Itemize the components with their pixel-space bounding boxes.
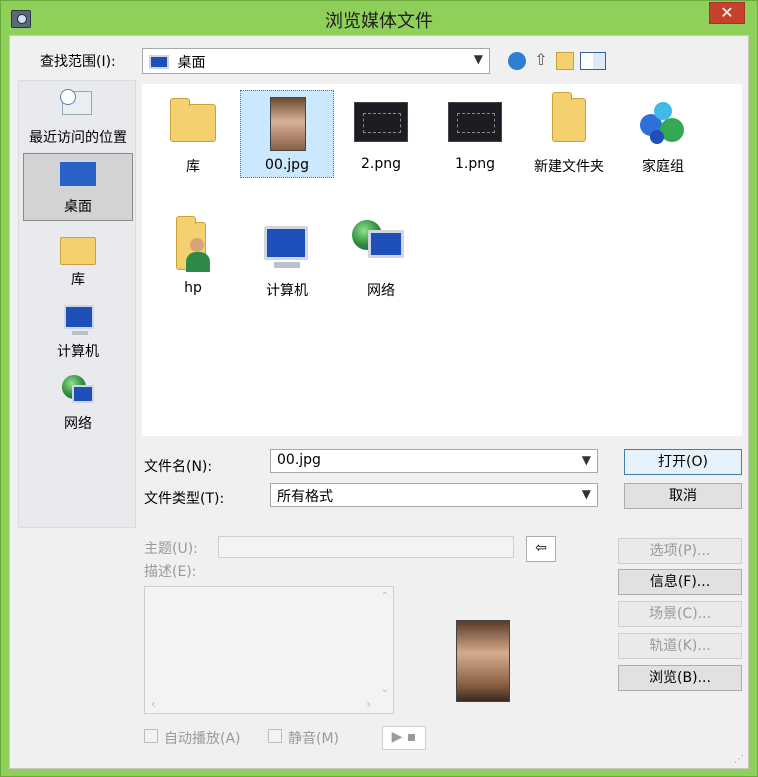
user-folder-icon	[164, 216, 222, 276]
file-item-hp[interactable]: hp	[146, 214, 240, 302]
places-bar: 最近访问的位置 桌面 库 计算机 网络	[18, 80, 136, 528]
photo-thumbnail-icon	[258, 95, 316, 153]
cancel-button[interactable]: 取消	[624, 483, 742, 509]
place-label: 网络	[64, 416, 92, 432]
place-recent[interactable]: 最近访问的位置	[23, 85, 133, 147]
preview-image	[456, 620, 510, 702]
file-name: 00.jpg	[265, 157, 309, 173]
file-name: 库	[186, 159, 200, 175]
computer-icon	[258, 218, 316, 276]
file-name: 计算机	[266, 283, 308, 299]
place-label: 最近访问的位置	[29, 130, 127, 146]
desktop-icon	[58, 158, 98, 194]
dialog-window: 浏览媒体文件 ✕ 查找范围(I): 桌面 ▼ ⇧ 最近访问的位置 桌面 库 计算…	[0, 0, 758, 777]
place-label: 库	[71, 272, 85, 288]
arrow-left-button[interactable]: ⇦	[526, 536, 556, 562]
browse-button[interactable]: 浏览(B)...	[618, 665, 742, 691]
computer-icon	[58, 303, 98, 339]
library-folder-icon	[164, 94, 222, 152]
library-icon	[58, 231, 98, 267]
chevron-down-icon: ▼	[473, 52, 483, 66]
desktop-icon	[149, 55, 169, 69]
autoplay-label: 自动播放(A)	[164, 731, 241, 747]
up-folder-icon[interactable]: ⇧	[532, 51, 550, 69]
file-list[interactable]: 库 00.jpg 2.png 1.png 新建文件夹 家庭组 hp 计算机 网络	[142, 84, 742, 436]
scroll-right-icon[interactable]: ›	[366, 697, 371, 711]
autoplay-checkbox[interactable]	[144, 729, 158, 743]
track-button[interactable]: 轨道(K)...	[618, 633, 742, 659]
new-folder-icon[interactable]	[556, 52, 574, 70]
file-item-library[interactable]: 库	[146, 90, 240, 178]
open-button[interactable]: 打开(O)	[624, 449, 742, 475]
folder-icon	[540, 92, 598, 152]
filetype-label: 文件类型(T):	[144, 491, 225, 507]
filetype-value: 所有格式	[277, 489, 333, 505]
file-name: 家庭组	[642, 159, 684, 175]
network-icon	[352, 218, 410, 276]
description-label: 描述(E):	[144, 564, 197, 580]
place-network[interactable]: 网络	[23, 371, 133, 439]
filename-label: 文件名(N):	[144, 459, 213, 475]
place-desktop[interactable]: 桌面	[23, 153, 133, 221]
file-item-computer[interactable]: 计算机	[240, 214, 334, 302]
file-name: hp	[184, 280, 202, 296]
screenshot-thumbnail-icon	[446, 94, 504, 152]
file-name: 新建文件夹	[534, 159, 604, 175]
file-item-new-folder[interactable]: 新建文件夹	[522, 90, 616, 178]
back-icon[interactable]	[508, 52, 526, 70]
place-label: 计算机	[57, 344, 99, 360]
file-item-2png[interactable]: 2.png	[334, 90, 428, 178]
play-button[interactable]: ▶ ▪	[382, 726, 426, 750]
dialog-title: 浏览媒体文件	[325, 11, 433, 32]
info-button[interactable]: 信息(F)...	[618, 569, 742, 595]
scroll-left-icon[interactable]: ‹	[151, 697, 156, 711]
screenshot-thumbnail-icon	[352, 94, 410, 152]
dialog-body: 查找范围(I): 桌面 ▼ ⇧ 最近访问的位置 桌面 库 计算机 网络 库 00…	[9, 35, 749, 769]
lookin-label: 查找范围(I):	[40, 54, 116, 70]
filename-combobox[interactable]: 00.jpg ▼	[270, 449, 598, 473]
chevron-down-icon: ▼	[581, 453, 591, 467]
lookin-combobox[interactable]: 桌面 ▼	[142, 48, 490, 74]
view-menu-icon[interactable]	[580, 52, 606, 70]
file-item-network[interactable]: 网络	[334, 214, 428, 302]
options-button[interactable]: 选项(P)...	[618, 538, 742, 564]
scene-button[interactable]: 场景(C)...	[618, 601, 742, 627]
resize-grip-icon[interactable]: ⋰	[734, 754, 746, 766]
mute-label: 静音(M)	[288, 731, 340, 747]
file-item-homegroup[interactable]: 家庭组	[616, 90, 710, 178]
chevron-down-icon: ▼	[581, 487, 591, 501]
file-name: 2.png	[360, 156, 401, 172]
file-item-1png[interactable]: 1.png	[428, 90, 522, 178]
scroll-down-icon[interactable]: ⌄	[381, 684, 389, 695]
arrow-left-icon: ⇦	[535, 540, 547, 556]
place-label: 桌面	[64, 199, 92, 215]
file-name: 网络	[367, 283, 395, 299]
title-bar[interactable]: 浏览媒体文件 ✕	[1, 1, 757, 35]
scroll-up-icon[interactable]: ⌃	[381, 591, 389, 602]
description-textarea[interactable]: ⌃ ⌄ ‹ ›	[144, 586, 394, 714]
filename-value: 00.jpg	[277, 452, 321, 468]
place-library[interactable]: 库	[23, 227, 133, 295]
play-icon: ▶ ▪	[391, 729, 417, 745]
recent-places-icon	[58, 89, 98, 125]
lookin-value: 桌面	[177, 55, 206, 71]
file-item-00jpg[interactable]: 00.jpg	[240, 90, 334, 178]
subject-label: 主题(U):	[144, 541, 198, 557]
subject-input[interactable]	[218, 536, 514, 558]
place-computer[interactable]: 计算机	[23, 299, 133, 367]
close-button[interactable]: ✕	[709, 2, 745, 24]
filetype-combobox[interactable]: 所有格式 ▼	[270, 483, 598, 507]
mute-checkbox[interactable]	[268, 729, 282, 743]
homegroup-icon	[634, 94, 692, 152]
file-name: 1.png	[454, 156, 495, 172]
network-icon	[58, 375, 98, 411]
